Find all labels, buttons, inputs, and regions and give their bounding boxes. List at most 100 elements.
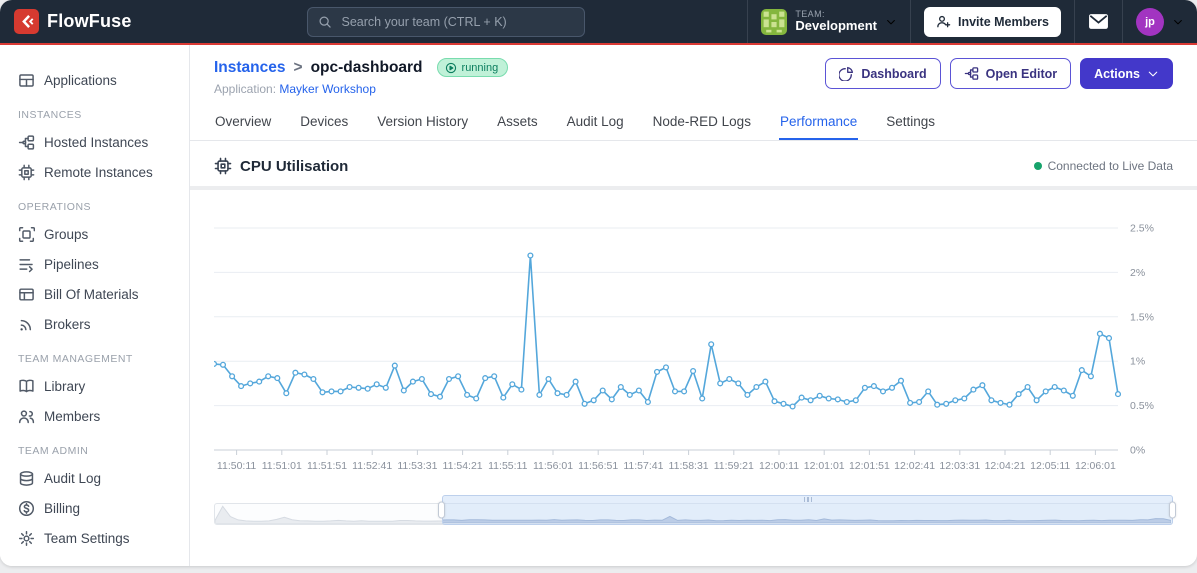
svg-text:1.5%: 1.5% bbox=[1130, 311, 1154, 323]
invite-members-button[interactable]: Invite Members bbox=[924, 6, 1062, 37]
sidebar-item-brokers[interactable]: Brokers bbox=[0, 309, 189, 339]
top-navbar: FlowFuse TEAM: Development In bbox=[0, 0, 1197, 45]
person-plus-icon bbox=[937, 15, 951, 28]
sidebar-item-label: Brokers bbox=[44, 316, 91, 332]
sidebar-item-billing[interactable]: Billing bbox=[0, 493, 189, 523]
search-icon bbox=[319, 15, 332, 28]
sidebar-item-remote-instances[interactable]: Remote Instances bbox=[0, 157, 189, 187]
bom-icon bbox=[19, 287, 34, 301]
sidebar-item-groups[interactable]: Groups bbox=[0, 219, 189, 249]
sidebar-item-label: Pipelines bbox=[44, 256, 99, 272]
user-menu[interactable]: jp bbox=[1122, 0, 1197, 43]
sidebar-item-label: Billing bbox=[44, 500, 81, 516]
members-icon bbox=[18, 409, 35, 423]
sidebar: Applications INSTANCES Hosted Instances Rem… bbox=[0, 45, 190, 566]
tab-assets[interactable]: Assets bbox=[496, 104, 539, 140]
breadcrumb: Instances > opc-dashboard running bbox=[214, 58, 509, 77]
status-badge: running bbox=[436, 58, 509, 77]
library-icon bbox=[19, 379, 34, 392]
scrubber-right-handle[interactable] bbox=[1169, 501, 1176, 519]
pie-chart-icon bbox=[839, 66, 854, 81]
sidebar-item-label: Groups bbox=[44, 226, 89, 242]
tab-overview[interactable]: Overview bbox=[214, 104, 272, 140]
app-window: FlowFuse TEAM: Development In bbox=[0, 0, 1197, 566]
dashboard-button[interactable]: Dashboard bbox=[825, 58, 941, 89]
open-editor-button-label: Open Editor bbox=[985, 66, 1058, 81]
invite-members-label: Invite Members bbox=[958, 14, 1050, 29]
scrubber-left-handle[interactable] bbox=[438, 501, 446, 519]
status-badge-label: running bbox=[461, 61, 499, 74]
sidebar-section-header: TEAM ADMIN bbox=[18, 445, 89, 457]
breadcrumb-instances-link[interactable]: Instances bbox=[214, 59, 286, 77]
sidebar-item-team-settings[interactable]: Team Settings bbox=[0, 523, 189, 553]
team-switcher[interactable]: TEAM: Development bbox=[747, 0, 910, 43]
svg-text:12:01:01: 12:01:01 bbox=[804, 460, 845, 472]
svg-text:12:05:11: 12:05:11 bbox=[1030, 460, 1070, 472]
page-title: opc-dashboard bbox=[310, 58, 423, 76]
main-content: Instances > opc-dashboard running Applic… bbox=[190, 45, 1197, 566]
svg-text:0%: 0% bbox=[1130, 445, 1145, 457]
breadcrumb-separator: > bbox=[293, 58, 303, 76]
applications-icon bbox=[19, 73, 34, 87]
groups-icon bbox=[18, 226, 35, 242]
tab-version-history[interactable]: Version History bbox=[376, 104, 469, 140]
svg-text:11:59:21: 11:59:21 bbox=[714, 460, 754, 472]
tab-devices[interactable]: Devices bbox=[299, 104, 349, 140]
chart-range-scrubber[interactable] bbox=[214, 495, 1176, 525]
sidebar-section-header: OPERATIONS bbox=[18, 201, 92, 213]
audit-icon bbox=[19, 470, 34, 486]
node-editor-icon bbox=[964, 67, 978, 80]
chevron-down-icon bbox=[887, 19, 895, 24]
live-status-dot bbox=[1033, 162, 1042, 170]
tab-node-red-logs[interactable]: Node-RED Logs bbox=[652, 104, 752, 140]
scrubber-grip-icon[interactable] bbox=[803, 497, 813, 502]
sidebar-section-header: TEAM MANAGEMENT bbox=[18, 353, 133, 365]
sidebar-item-label: Remote Instances bbox=[44, 164, 153, 180]
flowfuse-logo[interactable]: FlowFuse bbox=[0, 9, 146, 34]
svg-text:12:01:51: 12:01:51 bbox=[849, 460, 890, 472]
svg-text:11:51:51: 11:51:51 bbox=[307, 460, 347, 472]
sidebar-item-bill-of-materials[interactable]: Bill Of Materials bbox=[0, 279, 189, 309]
tab-audit-log[interactable]: Audit Log bbox=[566, 104, 625, 140]
svg-text:11:57:41: 11:57:41 bbox=[623, 460, 663, 472]
svg-text:11:55:11: 11:55:11 bbox=[488, 460, 527, 472]
live-data-status: Connected to Live Data bbox=[1033, 159, 1173, 173]
svg-text:1%: 1% bbox=[1130, 356, 1145, 368]
cpu-chip-icon bbox=[214, 157, 232, 175]
svg-text:12:00:11: 12:00:11 bbox=[759, 460, 799, 472]
live-status-label: Connected to Live Data bbox=[1047, 159, 1173, 173]
svg-text:11:51:01: 11:51:01 bbox=[262, 460, 302, 472]
svg-text:12:02:41: 12:02:41 bbox=[894, 460, 935, 472]
chip-icon bbox=[18, 164, 35, 180]
svg-text:11:56:51: 11:56:51 bbox=[578, 460, 618, 472]
notifications-mail-button[interactable] bbox=[1074, 0, 1122, 43]
sidebar-item-audit-log[interactable]: Audit Log bbox=[0, 463, 189, 493]
instance-tabs: Overview Devices Version History Assets Audi… bbox=[190, 104, 1197, 141]
hosted-icon bbox=[18, 134, 35, 150]
navbar-right-cluster: TEAM: Development Invite Members jp bbox=[747, 0, 1197, 43]
application-link[interactable]: Mayker Workshop bbox=[279, 82, 375, 96]
tab-settings[interactable]: Settings bbox=[885, 104, 936, 140]
sidebar-item-members[interactable]: Members bbox=[0, 401, 189, 431]
team-search[interactable] bbox=[307, 6, 586, 37]
application-line: Application: Mayker Workshop bbox=[214, 82, 508, 96]
sidebar-item-pipelines[interactable]: Pipelines bbox=[0, 249, 189, 279]
sidebar-item-label: Audit Log bbox=[44, 470, 102, 486]
sidebar-item-applications[interactable]: Applications bbox=[0, 65, 189, 95]
actions-button[interactable]: Actions bbox=[1080, 58, 1173, 89]
section-title: CPU Utilisation bbox=[240, 157, 349, 175]
svg-text:12:03:31: 12:03:31 bbox=[939, 460, 980, 472]
svg-text:2.5%: 2.5% bbox=[1130, 223, 1154, 235]
tab-performance[interactable]: Performance bbox=[778, 104, 859, 140]
flowfuse-logo-icon bbox=[14, 9, 39, 34]
billing-icon bbox=[18, 500, 35, 516]
open-editor-button[interactable]: Open Editor bbox=[949, 58, 1072, 89]
svg-text:0.5%: 0.5% bbox=[1130, 400, 1154, 412]
svg-text:2%: 2% bbox=[1130, 267, 1145, 279]
search-input[interactable] bbox=[339, 13, 575, 30]
sidebar-item-hosted-instances[interactable]: Hosted Instances bbox=[0, 127, 189, 157]
actions-button-label: Actions bbox=[1094, 66, 1140, 81]
pipelines-icon bbox=[19, 258, 33, 272]
sidebar-item-library[interactable]: Library bbox=[0, 371, 189, 401]
page-header: Instances > opc-dashboard running Applic… bbox=[190, 45, 1197, 100]
